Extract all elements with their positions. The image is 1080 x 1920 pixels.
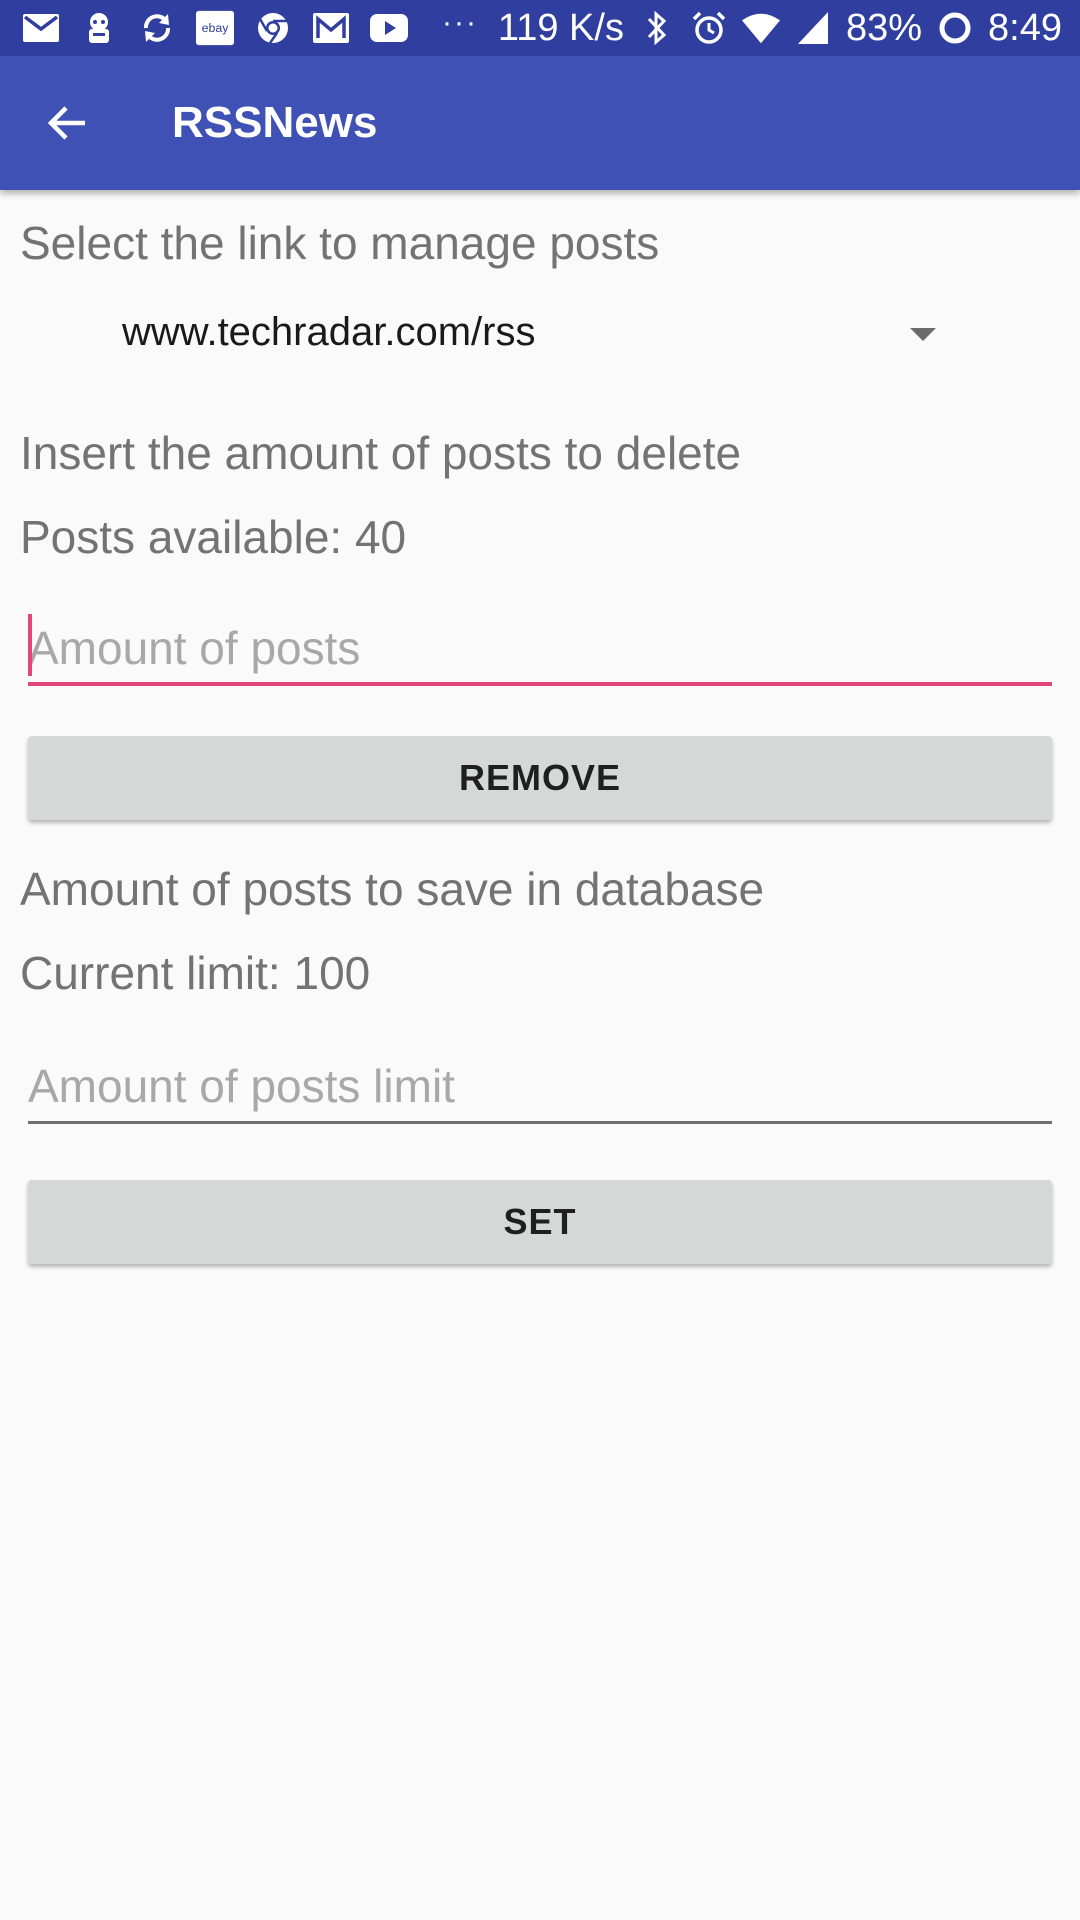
system-status: 119 K/s 83% 8:49 — [498, 0, 1062, 56]
limit-heading: Amount of posts to save in database — [20, 863, 765, 915]
remove-button[interactable]: REMOVE — [28, 736, 1052, 820]
posts-limit-input[interactable] — [28, 1048, 1052, 1124]
back-arrow-icon — [47, 106, 85, 140]
wifi-icon — [741, 9, 780, 47]
posts-available-label: Posts available: 40 — [20, 511, 407, 563]
battery-ring-icon — [936, 9, 974, 47]
posts-limit-field[interactable] — [28, 1048, 1052, 1124]
battery-percentage: 83% — [845, 7, 923, 49]
selected-link: www.techradar.com/rss — [122, 310, 536, 354]
status-bar: ebay ··· 119 K/s 83% 8:49 — [0, 0, 1080, 56]
signal-icon — [794, 9, 832, 47]
chrome-icon — [254, 9, 292, 47]
app-title: RSSNews — [172, 98, 378, 147]
text-cursor — [28, 614, 32, 676]
field-underline — [28, 1121, 1052, 1124]
sync-icon — [138, 9, 176, 47]
ebay-icon: ebay — [196, 9, 234, 47]
clock: 8:49 — [988, 7, 1062, 49]
network-speed: 119 K/s — [497, 7, 624, 49]
more-notifications-indicator: ··· — [442, 6, 478, 39]
alarm-icon — [690, 9, 728, 47]
mail-icon — [22, 9, 60, 47]
dropdown-arrow-icon — [910, 328, 936, 341]
current-limit-label: Current limit: 100 — [20, 947, 371, 999]
delete-heading: Insert the amount of posts to delete — [20, 427, 742, 479]
app-bar: RSSNews — [0, 56, 1080, 190]
youtube-icon — [370, 9, 408, 47]
amount-of-posts-field[interactable] — [28, 610, 1052, 686]
notification-icons: ebay ··· — [22, 6, 478, 47]
link-spinner[interactable]: www.techradar.com/rss — [20, 290, 940, 390]
gmail-icon — [312, 9, 350, 47]
svg-text:ebay: ebay — [202, 21, 230, 35]
set-button[interactable]: SET — [28, 1180, 1052, 1264]
field-underline — [28, 682, 1052, 686]
ghost-icon — [80, 9, 118, 47]
manage-heading: Select the link to manage posts — [20, 217, 660, 269]
amount-of-posts-input[interactable] — [28, 610, 1052, 686]
bluetooth-icon — [638, 9, 676, 47]
back-button[interactable] — [30, 86, 104, 160]
